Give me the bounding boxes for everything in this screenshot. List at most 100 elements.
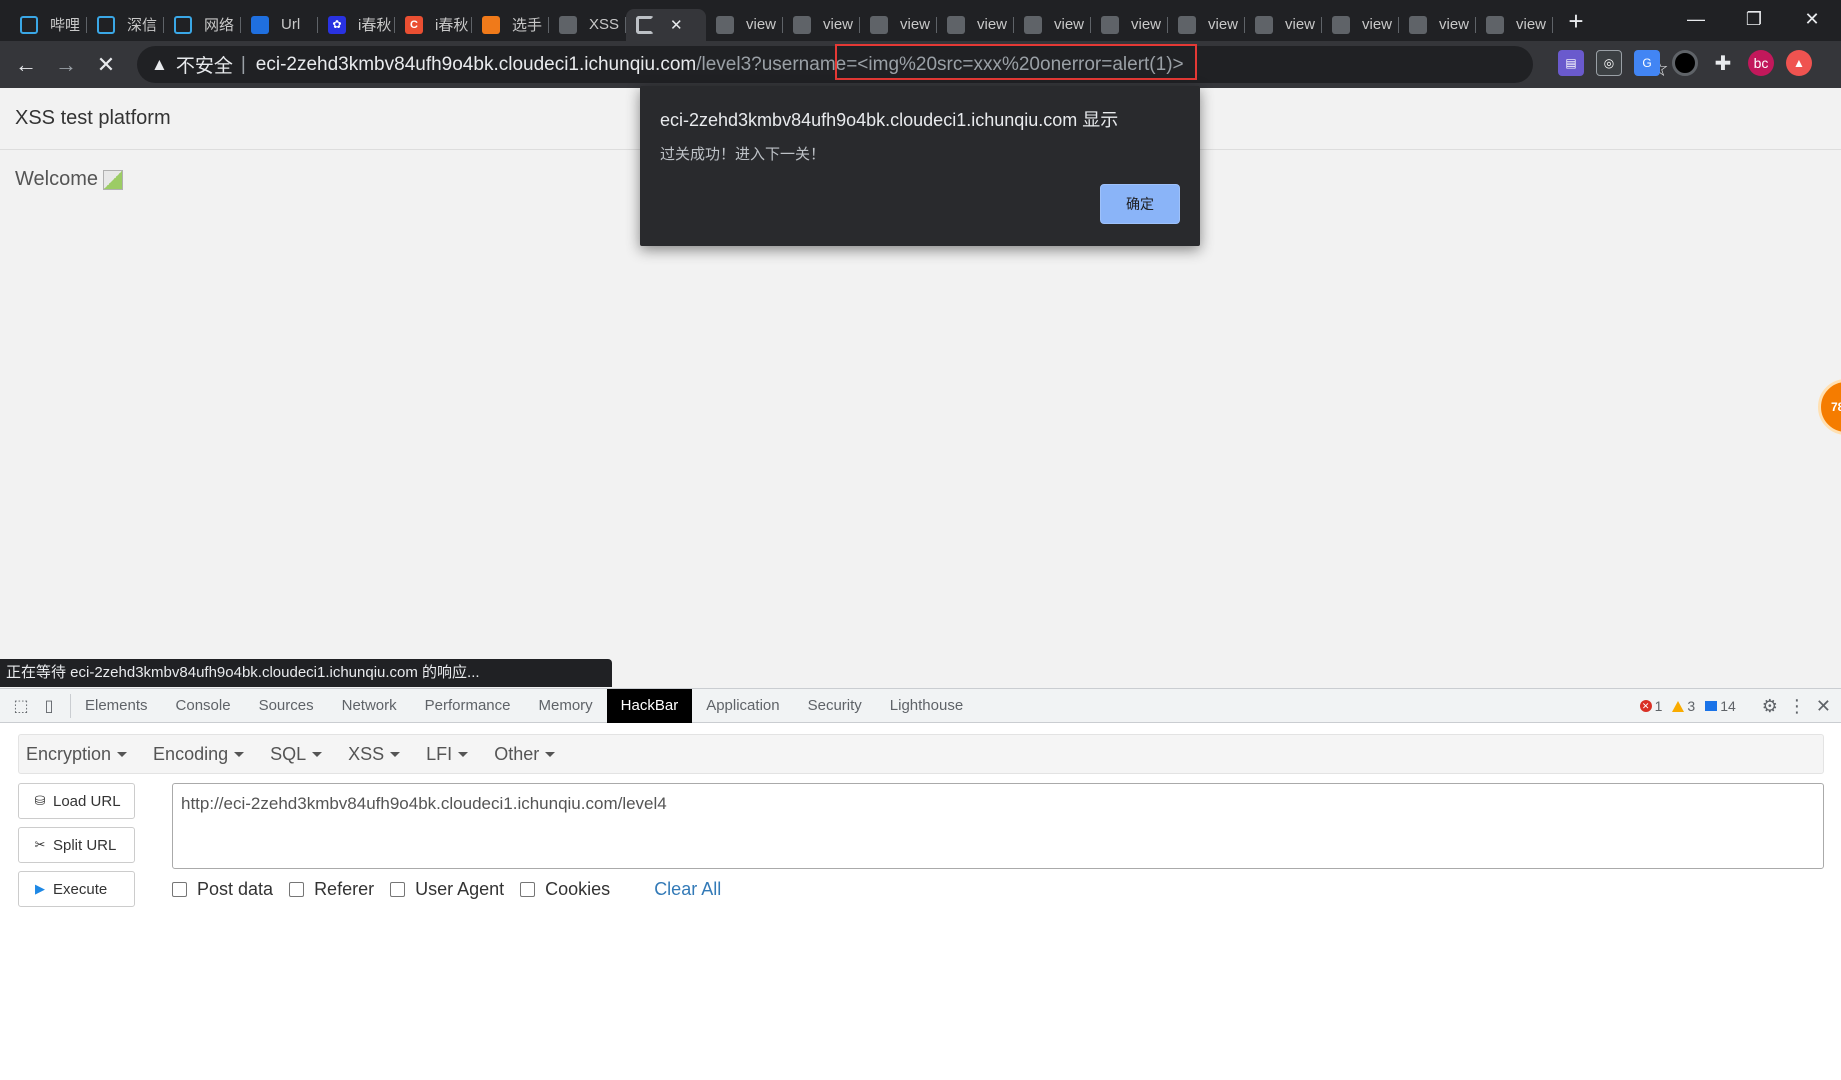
more-options-icon[interactable]: ⋮ — [1788, 696, 1806, 717]
browser-tab[interactable]: view — [1168, 9, 1245, 41]
globe-icon — [1024, 15, 1042, 34]
browser-tab[interactable]: 网络 — [164, 9, 241, 41]
browser-tab[interactable]: 选手 — [472, 9, 549, 41]
devtools-tab-application[interactable]: Application — [692, 689, 793, 723]
play-icon: ▶ — [35, 881, 45, 896]
warning-count[interactable]: 3 — [1672, 698, 1695, 714]
hackbar-url-input[interactable] — [172, 783, 1824, 869]
menu-encoding[interactable]: Encoding — [153, 743, 245, 765]
devtools-tab-lighthouse[interactable]: Lighthouse — [876, 689, 977, 723]
minimize-icon[interactable]: — — [1667, 0, 1725, 41]
load-url-button[interactable]: ⛁ Load URL — [18, 783, 135, 819]
menu-xss[interactable]: XSS — [348, 744, 401, 765]
menu-label: LFI — [426, 743, 453, 764]
devtools-tab-elements[interactable]: Elements — [71, 689, 162, 723]
new-tab-button[interactable]: + — [1553, 6, 1599, 37]
referer-label: Referer — [314, 879, 375, 899]
devtools-tab-security[interactable]: Security — [794, 689, 876, 723]
close-window-icon[interactable]: ✕ — [1783, 0, 1841, 41]
extension-circle-icon[interactable] — [1672, 50, 1698, 76]
split-url-button[interactable]: ✂ Split URL — [18, 827, 135, 863]
menu-lfi[interactable]: LFI — [426, 743, 469, 765]
browser-tab[interactable]: view — [860, 9, 937, 41]
browser-tab[interactable]: view — [783, 9, 860, 41]
referer-checkbox[interactable] — [289, 882, 305, 897]
site-brand[interactable]: XSS test platform — [15, 107, 171, 130]
cookies-label: Cookies — [545, 879, 611, 899]
browser-tab[interactable]: XSS — [549, 9, 626, 41]
message-icon — [1705, 701, 1718, 711]
globe-icon — [559, 15, 577, 34]
load-url-icon: ⛁ — [34, 793, 46, 808]
cookies-option[interactable]: Cookies — [520, 879, 610, 900]
dialog-ok-button[interactable]: 确定 — [1100, 184, 1180, 224]
browser-tab[interactable]: view — [937, 9, 1014, 41]
browser-tab[interactable]: view — [1476, 9, 1553, 41]
security-label[interactable]: 不安全 — [176, 51, 233, 78]
error-count-value: 1 — [1654, 698, 1663, 714]
post-data-label: Post data — [197, 879, 274, 899]
url-host: eci-2zehd3kmbv84ufh9o4bk.cloudeci1.ichun… — [255, 53, 697, 75]
error-count[interactable]: ✕ 1 — [1639, 698, 1663, 714]
browser-tab[interactable]: view — [1322, 9, 1399, 41]
forward-arrow-icon[interactable]: → — [46, 45, 86, 85]
globe-icon — [1332, 15, 1350, 34]
user-agent-checkbox[interactable] — [390, 882, 406, 897]
menu-label: Encoding — [153, 743, 229, 764]
caret-down-icon — [545, 751, 556, 757]
shield-icon — [482, 15, 500, 34]
back-arrow-icon[interactable]: ← — [6, 45, 46, 85]
hackbar-action-buttons: ⛁ Load URL ✂ Split URL ▶ Execute — [18, 783, 135, 907]
message-count[interactable]: 14 — [1705, 698, 1736, 714]
floating-badge[interactable]: 78 — [1818, 379, 1841, 435]
user-agent-option[interactable]: User Agent — [390, 879, 504, 900]
post-data-checkbox[interactable] — [172, 882, 187, 897]
devtools-tab-memory[interactable]: Memory — [525, 689, 607, 723]
caret-down-icon — [117, 751, 128, 757]
browser-tab[interactable]: view — [1399, 9, 1476, 41]
menu-encryption[interactable]: Encryption — [26, 744, 128, 765]
browser-tab[interactable]: view — [706, 9, 783, 41]
extension-glasses-icon[interactable]: ◎ — [1596, 50, 1622, 76]
referer-option[interactable]: Referer — [289, 879, 374, 900]
close-devtools-icon[interactable]: ✕ — [1816, 696, 1831, 717]
globe-icon — [1101, 15, 1119, 34]
devtools-tab-performance[interactable]: Performance — [411, 689, 525, 723]
browser-tab[interactable]: Url — [241, 9, 318, 41]
post-data-option[interactable]: Post data — [172, 879, 273, 900]
warning-triangle-icon[interactable]: ▲ — [151, 55, 168, 75]
browser-tab[interactable]: 哔哩 — [10, 9, 87, 41]
menu-other[interactable]: Other — [494, 744, 556, 765]
profile-avatar[interactable]: bc — [1748, 50, 1774, 76]
devtools-tab-sources[interactable]: Sources — [245, 689, 328, 723]
extension-upload-icon[interactable]: ▲ — [1786, 50, 1812, 76]
devtools-tab-console[interactable]: Console — [162, 689, 245, 723]
settings-gear-icon[interactable]: ⚙ — [1762, 696, 1778, 717]
stop-loading-icon[interactable]: ✕ — [86, 45, 126, 85]
puzzle-extensions-icon[interactable]: ✚ — [1710, 50, 1736, 76]
execute-button[interactable]: ▶ Execute — [18, 871, 135, 907]
browser-tab[interactable]: view — [1091, 9, 1168, 41]
close-tab-icon[interactable]: ✕ — [670, 16, 683, 34]
menu-sql[interactable]: SQL — [270, 744, 323, 765]
devtools-tab-network[interactable]: Network — [328, 689, 411, 723]
browser-tab[interactable]: view — [1014, 9, 1091, 41]
translate-icon[interactable]: G — [1634, 50, 1660, 76]
clear-all-link[interactable]: Clear All — [654, 879, 721, 900]
browser-tab-active[interactable]: ✕ — [626, 8, 706, 41]
device-toolbar-icon[interactable]: ▯ — [36, 693, 62, 719]
cookies-checkbox[interactable] — [520, 882, 536, 897]
devtools-tab-hackbar[interactable]: HackBar — [606, 688, 693, 723]
browser-tab[interactable]: ✿ i春秋 — [318, 9, 395, 41]
restore-icon[interactable]: ❐ — [1725, 0, 1783, 41]
caret-down-icon — [458, 751, 469, 757]
globe-icon — [716, 15, 734, 34]
browser-tab[interactable]: Ci春秋 — [395, 9, 472, 41]
bilibili-icon — [20, 15, 38, 34]
split-url-label: Split URL — [53, 836, 117, 854]
browser-tab[interactable]: view — [1245, 9, 1322, 41]
browser-tab[interactable]: 深信 — [87, 9, 164, 41]
c-icon: C — [405, 15, 423, 34]
extension-document-icon[interactable]: ▤ — [1558, 50, 1584, 76]
inspect-element-icon[interactable]: ⬚ — [8, 693, 34, 719]
